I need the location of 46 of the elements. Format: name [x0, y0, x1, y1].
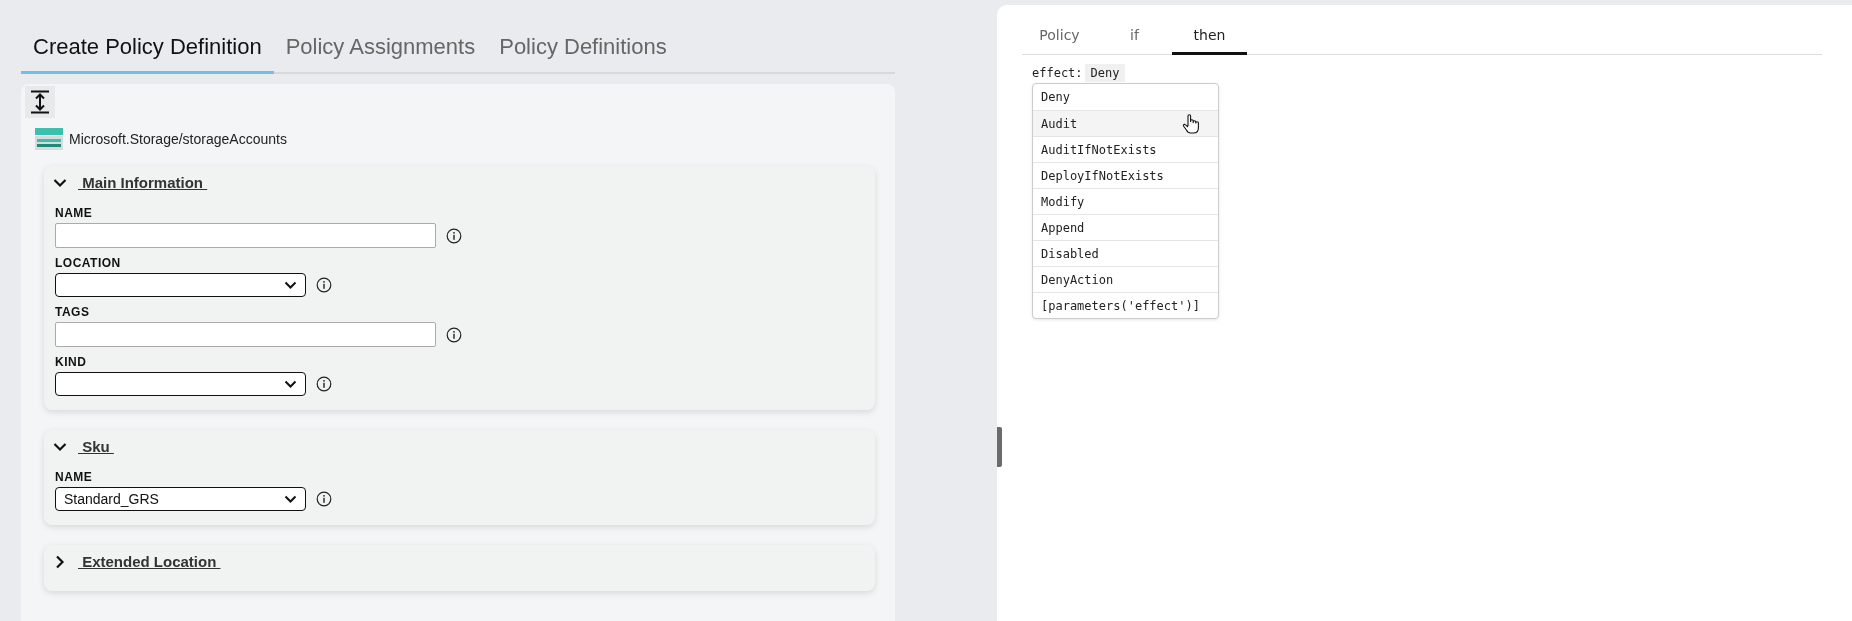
tab[interactable]: Create Policy Definition — [21, 28, 274, 74]
select-field[interactable] — [55, 372, 306, 396]
chevron-down-icon[interactable] — [53, 178, 67, 188]
dropdown-option[interactable]: Audit — [1033, 110, 1218, 136]
tab[interactable]: if — [1097, 25, 1172, 55]
tab[interactable]: then — [1172, 25, 1247, 55]
tab[interactable]: Policy Definitions — [487, 28, 679, 74]
effect-key: effect: — [1032, 64, 1083, 82]
text-field[interactable] — [55, 322, 436, 347]
splitter-handle[interactable] — [997, 427, 1002, 467]
section-title[interactable]: Extended Location — [78, 550, 221, 574]
text-field[interactable] — [55, 223, 436, 248]
chevron-down-icon — [284, 494, 297, 504]
select-field[interactable]: Standard_GRS — [55, 487, 306, 511]
resource-type-label: Microsoft.Storage/storageAccounts — [69, 129, 287, 149]
tab[interactable]: Policy Assignments — [273, 28, 488, 74]
info-icon — [316, 277, 332, 293]
chevron-down-icon — [284, 280, 297, 290]
select-field[interactable] — [55, 273, 306, 297]
dropdown-option[interactable]: DenyAction — [1033, 266, 1218, 292]
dropdown-option[interactable]: Disabled — [1033, 240, 1218, 266]
field-label: LOCATION — [55, 256, 122, 270]
dropdown-option[interactable]: DeployIfNotExists — [1033, 162, 1218, 188]
dropdown-option[interactable]: Modify — [1033, 188, 1218, 214]
info-icon — [446, 227, 462, 244]
vertical-resize-icon — [30, 90, 50, 114]
dropdown-option[interactable]: [parameters('effect')] — [1033, 292, 1218, 318]
info-icon — [316, 376, 332, 392]
field-label: TAGS — [55, 305, 91, 319]
info-icon — [316, 491, 332, 507]
field-label: NAME — [55, 470, 94, 484]
dropdown-option[interactable]: Deny — [1033, 84, 1218, 110]
tab[interactable]: Policy — [1022, 25, 1097, 55]
dropdown-option[interactable]: Append — [1033, 214, 1218, 240]
chevron-down-icon[interactable] — [53, 442, 67, 452]
field-label: NAME — [55, 206, 94, 220]
section-title[interactable]: Main Information — [78, 171, 208, 195]
chevron-down-icon — [284, 379, 297, 389]
dropdown-option[interactable]: AuditIfNotExists — [1033, 136, 1218, 162]
storage-icon — [35, 128, 63, 150]
expand-collapse-button[interactable] — [25, 86, 55, 118]
effect-value[interactable]: Deny — [1084, 64, 1126, 82]
info-icon — [446, 326, 462, 343]
field-label: KIND — [55, 355, 88, 369]
chevron-right-icon[interactable] — [55, 555, 65, 569]
section-title[interactable]: Sku — [78, 435, 114, 459]
